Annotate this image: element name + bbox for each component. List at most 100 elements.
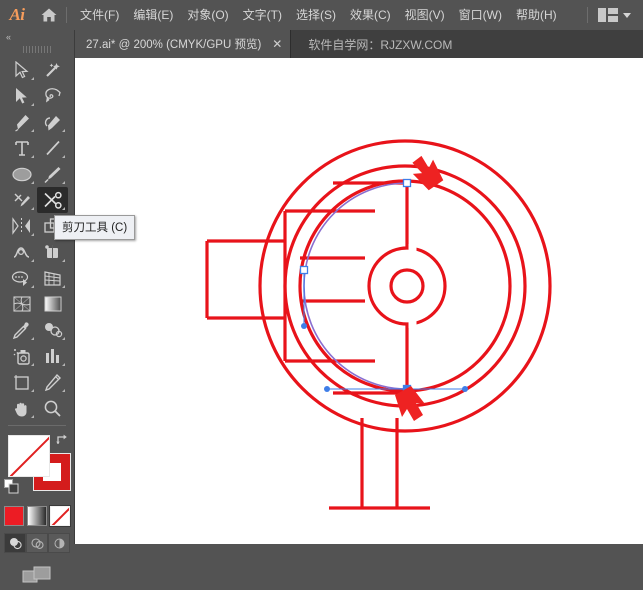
menu-view[interactable]: 视图(V)	[398, 0, 452, 30]
hub-gap-bottom	[409, 320, 417, 328]
watermark-text: 软件自学网：RJZXW.COM	[291, 30, 452, 58]
document-tab-title: 27.ai* @ 200% (CMYK/GPU 预览)	[86, 36, 261, 52]
paint-mode-row	[0, 506, 74, 526]
tool-flyout-indicator	[31, 415, 34, 418]
none-slash-icon	[51, 506, 70, 526]
blob-brush-tool-icon[interactable]	[6, 187, 37, 213]
scissors-tool-icon[interactable]	[37, 187, 68, 213]
tool-flyout-indicator	[31, 233, 34, 236]
menu-type[interactable]: 文字(T)	[236, 0, 289, 30]
menu-effect[interactable]: 效果(C)	[343, 0, 398, 30]
tool-flyout-indicator	[62, 181, 65, 184]
tool-flyout-indicator	[62, 259, 65, 262]
fill-none-slash-icon	[10, 435, 50, 477]
slice-tool-icon[interactable]	[37, 369, 68, 395]
home-icon[interactable]	[34, 0, 64, 30]
lasso-tool-icon[interactable]	[37, 83, 68, 109]
collapse-panel-icon[interactable]: «	[6, 32, 10, 42]
tool-flyout-indicator	[31, 103, 34, 106]
width-tool-icon[interactable]	[6, 239, 37, 265]
tool-flyout-indicator	[62, 389, 65, 392]
anchor-top	[404, 180, 411, 187]
perspective-grid-tool-icon[interactable]	[37, 265, 68, 291]
draw-normal-button[interactable]	[4, 533, 26, 553]
draw-behind-button[interactable]	[26, 533, 48, 553]
tool-flyout-indicator	[31, 259, 34, 262]
paintbrush-tool-icon[interactable]	[37, 161, 68, 187]
symbol-sprayer-tool-icon[interactable]	[6, 343, 37, 369]
menu-file[interactable]: 文件(F)	[73, 0, 126, 30]
curvature-tool-icon[interactable]	[37, 109, 68, 135]
column-graph-tool-icon[interactable]	[37, 343, 68, 369]
shape-builder-tool-icon[interactable]	[6, 265, 37, 291]
menu-divider-right	[587, 7, 588, 23]
tool-flyout-indicator	[62, 363, 65, 366]
hub-circle	[369, 248, 445, 324]
swap-fill-stroke-icon[interactable]	[55, 433, 69, 447]
bore-circle	[391, 270, 423, 302]
illustrator-window: Ai 文件(F) 编辑(E) 对象(O) 文字(T) 选择(S) 效果(C) 视…	[0, 0, 643, 544]
menu-object[interactable]: 对象(O)	[180, 0, 235, 30]
color-swatch-button[interactable]	[4, 506, 24, 526]
hand-tool-icon[interactable]	[6, 395, 37, 421]
artboard-tool-icon[interactable]	[6, 369, 37, 395]
tool-flyout-indicator	[62, 285, 65, 288]
pen-tool-icon[interactable]	[6, 109, 37, 135]
app-logo: Ai	[0, 0, 34, 30]
eyedropper-tool-icon[interactable]	[6, 317, 37, 343]
direction-handles	[304, 270, 465, 389]
annotation-arrows	[395, 155, 446, 421]
default-fill-stroke-icon[interactable]	[4, 479, 19, 494]
gradient-tool-icon[interactable]	[37, 291, 68, 317]
menu-divider	[66, 7, 67, 23]
document-canvas[interactable]	[75, 58, 643, 544]
menu-window[interactable]: 窗口(W)	[452, 0, 509, 30]
hub-gap-top	[409, 244, 417, 252]
draw-mode-row	[0, 533, 74, 553]
line-segment-tool-icon[interactable]	[37, 135, 68, 161]
menu-help[interactable]: 帮助(H)	[509, 0, 564, 30]
tool-flyout-indicator	[31, 181, 34, 184]
menu-select[interactable]: 选择(S)	[289, 0, 343, 30]
none-swatch-button[interactable]	[50, 506, 70, 526]
tool-flyout-indicator	[62, 129, 65, 132]
tools-panel-header: «	[0, 30, 74, 44]
tool-flyout-indicator	[31, 207, 34, 210]
type-tool-icon[interactable]	[6, 135, 37, 161]
free-transform-tool-icon[interactable]	[37, 239, 68, 265]
tool-flyout-indicator	[31, 285, 34, 288]
tool-flyout-indicator	[62, 337, 65, 340]
rotate-tool-icon[interactable]	[6, 213, 37, 239]
menu-edit[interactable]: 编辑(E)	[126, 0, 180, 30]
tools-divider	[8, 425, 66, 426]
mesh-tool-icon[interactable]	[6, 291, 37, 317]
tools-panel-grip[interactable]	[0, 44, 74, 55]
fill-stroke-control	[0, 430, 74, 502]
blend-tool-icon[interactable]	[37, 317, 68, 343]
tool-flyout-indicator	[31, 363, 34, 366]
chevron-down-icon	[623, 13, 631, 18]
ellipse-tool-icon[interactable]	[6, 161, 37, 187]
screen-mode-icon[interactable]	[22, 565, 52, 590]
handle-endpoint-bottom-left	[324, 386, 330, 392]
tool-tooltip: 剪刀工具 (C)	[54, 215, 135, 240]
tool-flyout-indicator	[31, 337, 34, 340]
workspace-switcher[interactable]	[594, 3, 635, 27]
gradient-swatch-button[interactable]	[27, 506, 47, 526]
tool-flyout-indicator	[31, 155, 34, 158]
artwork	[75, 58, 643, 544]
magic-wand-tool-icon[interactable]	[37, 57, 68, 83]
zoom-tool-icon[interactable]	[37, 395, 68, 421]
tool-flyout-indicator	[31, 389, 34, 392]
fill-swatch[interactable]	[8, 435, 50, 477]
tool-flyout-indicator	[62, 207, 65, 210]
selection-tool-icon[interactable]	[6, 57, 37, 83]
close-icon[interactable]: ✕	[272, 38, 282, 50]
tool-flyout-indicator	[31, 77, 34, 80]
document-tab[interactable]: 27.ai* @ 200% (CMYK/GPU 预览) ✕	[74, 30, 291, 58]
direct-selection-tool-icon[interactable]	[6, 83, 37, 109]
screen-mode-row	[0, 565, 74, 590]
draw-inside-button[interactable]	[48, 533, 70, 553]
tool-flyout-indicator	[31, 129, 34, 132]
menu-bar-right	[585, 3, 643, 27]
